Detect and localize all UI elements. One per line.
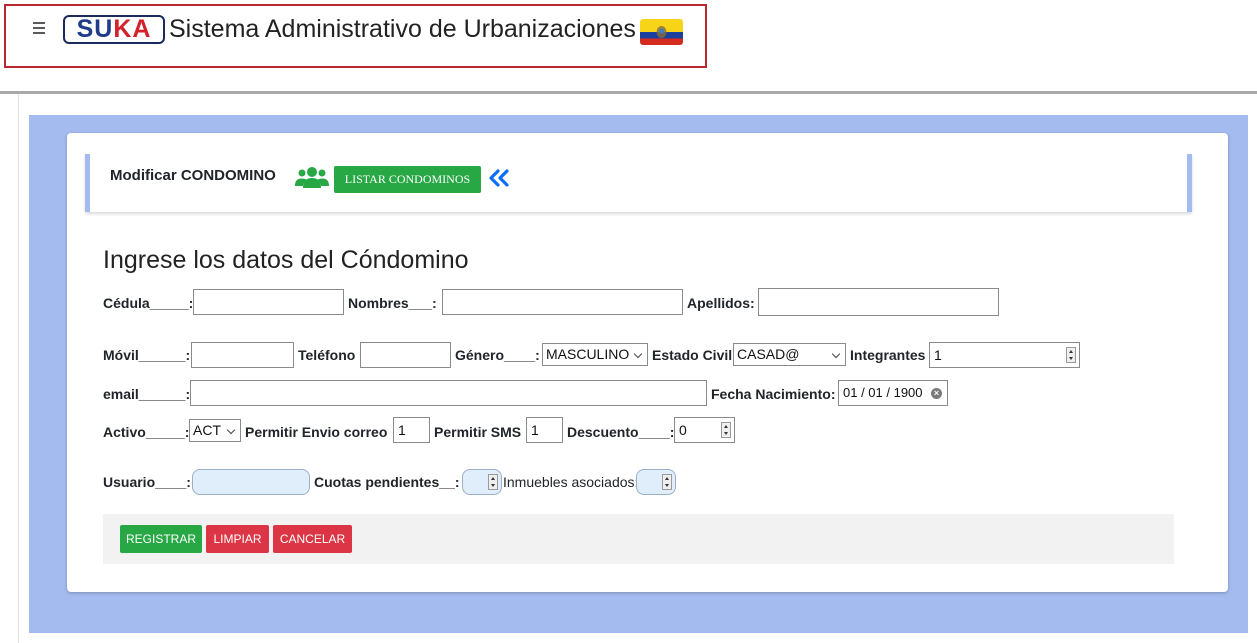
integrantes-label: Integrantes bbox=[850, 347, 926, 363]
integrantes-spinner[interactable] bbox=[1066, 347, 1076, 363]
descuento-value: 0 bbox=[679, 422, 687, 438]
cuotas-pendientes-input[interactable] bbox=[462, 469, 502, 495]
apellidos-label: Apellidos: bbox=[687, 295, 755, 311]
registrar-button[interactable]: REGISTRAR bbox=[120, 525, 202, 553]
activo-value: ACT bbox=[193, 422, 221, 438]
integrantes-input[interactable]: 1 bbox=[929, 342, 1080, 368]
estado-civil-value: CASAD@ bbox=[737, 346, 800, 362]
genero-select[interactable]: MASCULINO bbox=[542, 343, 648, 366]
nombres-label: Nombres___: bbox=[348, 295, 437, 311]
telefono-input[interactable] bbox=[360, 342, 451, 368]
email-label: email______: bbox=[103, 386, 191, 402]
genero-label: Género____: bbox=[455, 347, 540, 363]
ecuador-flag-icon bbox=[640, 19, 683, 45]
sidebar-edge bbox=[18, 94, 19, 643]
permitir-envio-correo-input[interactable]: 1 bbox=[393, 417, 430, 443]
clear-date-icon[interactable]: × bbox=[931, 388, 942, 399]
email-input[interactable] bbox=[190, 380, 707, 406]
permitir-envio-correo-label: Permitir Envio correo bbox=[245, 424, 388, 440]
menu-icon[interactable] bbox=[33, 22, 45, 34]
fecha-nacimiento-value: 01 / 01 / 1900 bbox=[843, 385, 923, 400]
nombres-input[interactable] bbox=[442, 289, 683, 315]
permitir-sms-input[interactable]: 1 bbox=[526, 417, 563, 443]
inmuebles-asociados-input[interactable] bbox=[636, 469, 676, 495]
form-heading: Ingrese los datos del Cóndomino bbox=[103, 246, 469, 274]
app-title: Sistema Administrativo de Urbanizaciones bbox=[169, 15, 636, 43]
cuotas-pendientes-label: Cuotas pendientes__: bbox=[314, 474, 460, 490]
cedula-label: Cédula_____: bbox=[103, 295, 194, 311]
fecha-nacimiento-input[interactable]: 01 / 01 / 1900 × bbox=[838, 380, 948, 406]
inmuebles-asociados-spinner[interactable] bbox=[662, 474, 672, 490]
descuento-input[interactable]: 0 bbox=[674, 417, 735, 443]
apellidos-input[interactable] bbox=[758, 288, 999, 316]
usuario-input[interactable] bbox=[192, 469, 310, 495]
movil-input[interactable] bbox=[191, 342, 294, 368]
logo-text-ka: KA bbox=[113, 15, 152, 43]
movil-label: Móvil______: bbox=[103, 347, 191, 363]
telefono-label: Teléfono bbox=[298, 347, 356, 363]
page-title: Modificar CONDOMINO bbox=[110, 167, 276, 184]
estado-civil-select[interactable]: CASAD@ bbox=[733, 343, 846, 366]
cuotas-pendientes-spinner[interactable] bbox=[488, 474, 498, 490]
logo-text-su: SU bbox=[76, 15, 114, 43]
descuento-spinner[interactable] bbox=[721, 422, 731, 438]
cancelar-button[interactable]: CANCELAR bbox=[273, 525, 352, 553]
genero-value: MASCULINO bbox=[546, 346, 630, 362]
double-chevron-left-icon[interactable] bbox=[488, 169, 510, 187]
list-condominos-button[interactable]: LISTAR CONDOMINOS bbox=[334, 166, 481, 193]
limpiar-button[interactable]: LIMPIAR bbox=[206, 525, 269, 553]
activo-label: Activo_____: bbox=[103, 424, 190, 440]
suka-logo: SUKA bbox=[63, 15, 165, 44]
header-divider bbox=[0, 91, 1257, 94]
integrantes-value: 1 bbox=[934, 347, 942, 363]
users-icon bbox=[295, 167, 329, 188]
estado-civil-label: Estado Civil bbox=[652, 347, 733, 363]
inmuebles-asociados-label: Inmuebles asociados: bbox=[503, 474, 639, 490]
descuento-label: Descuento____: bbox=[567, 424, 675, 440]
permitir-sms-label: Permitir SMS bbox=[434, 424, 522, 440]
cedula-input[interactable] bbox=[193, 289, 344, 315]
activo-select[interactable]: ACT bbox=[189, 419, 241, 442]
usuario-label: Usuario____: bbox=[103, 474, 191, 490]
fecha-nacimiento-label: Fecha Nacimiento: bbox=[711, 386, 836, 402]
